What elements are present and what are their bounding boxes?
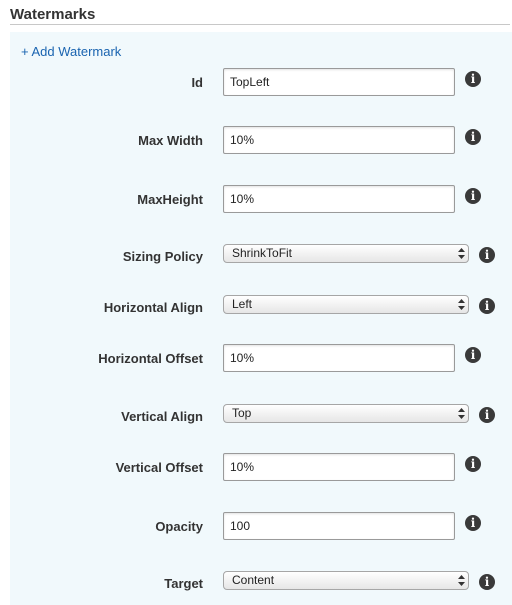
max-height-row: MaxHeight i (0, 185, 512, 215)
select-arrows-icon (458, 248, 465, 259)
opacity-row: Opacity i (0, 512, 512, 542)
max-height-input[interactable] (223, 185, 455, 213)
vertical-offset-row: Vertical Offset i (0, 453, 512, 483)
id-label: Id (191, 75, 203, 90)
select-arrows-icon (458, 299, 465, 310)
target-label: Target (164, 576, 203, 591)
horizontal-align-label: Horizontal Align (103, 300, 203, 315)
info-icon[interactable]: i (465, 456, 481, 472)
opacity-label: Opacity (155, 519, 203, 534)
horizontal-align-select[interactable]: Left (223, 295, 469, 314)
vertical-align-row: Vertical Align Top i (0, 402, 512, 432)
sizing-policy-select[interactable]: ShrinkToFit (223, 244, 469, 263)
sizing-policy-row: Sizing Policy ShrinkToFit i (0, 242, 512, 272)
info-icon[interactable]: i (465, 71, 481, 87)
horizontal-offset-row: Horizontal Offset i (0, 344, 512, 374)
info-icon[interactable]: i (465, 188, 481, 204)
sizing-policy-label: Sizing Policy (122, 249, 203, 264)
section-title: Watermarks (10, 6, 96, 23)
max-width-input[interactable] (223, 126, 455, 154)
max-width-label: Max Width (138, 133, 203, 148)
vertical-align-select[interactable]: Top (223, 404, 469, 423)
sizing-policy-value: ShrinkToFit (232, 246, 293, 260)
add-watermark-link[interactable]: + Add Watermark (21, 44, 121, 59)
section-divider (10, 24, 510, 25)
id-input[interactable] (223, 68, 455, 96)
info-icon[interactable]: i (479, 574, 495, 590)
info-icon[interactable]: i (465, 347, 481, 363)
horizontal-offset-label: Horizontal Offset (98, 351, 203, 366)
max-width-row: Max Width i (0, 126, 512, 156)
info-icon[interactable]: i (465, 129, 481, 145)
select-arrows-icon (458, 575, 465, 586)
horizontal-align-value: Left (232, 297, 253, 311)
vertical-align-label: Vertical Align (121, 409, 203, 424)
select-arrows-icon (458, 408, 465, 419)
info-icon[interactable]: i (479, 407, 495, 423)
target-row: Target Content i (0, 569, 512, 599)
target-value: Content (232, 573, 275, 587)
target-select[interactable]: Content (223, 571, 469, 590)
vertical-offset-input[interactable] (223, 453, 455, 481)
max-height-label: MaxHeight (137, 192, 203, 207)
opacity-input[interactable] (223, 512, 455, 540)
horizontal-offset-input[interactable] (223, 344, 455, 372)
horizontal-align-row: Horizontal Align Left i (0, 293, 512, 323)
info-icon[interactable]: i (465, 515, 481, 531)
id-row: Id i (0, 68, 512, 98)
info-icon[interactable]: i (479, 247, 495, 263)
info-icon[interactable]: i (479, 298, 495, 314)
vertical-align-value: Top (232, 406, 252, 420)
vertical-offset-label: Vertical Offset (115, 460, 203, 475)
